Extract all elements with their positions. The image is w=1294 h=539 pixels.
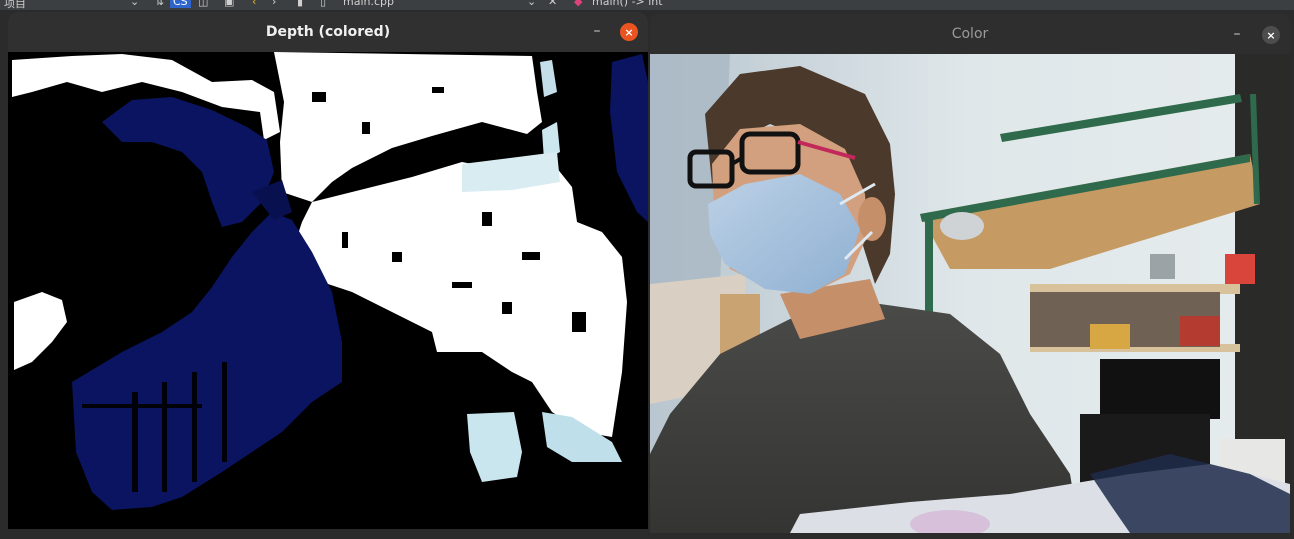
minimize-icon[interactable]: – [1230,27,1244,41]
split-icon[interactable]: ◫ [198,0,208,8]
lock-icon: ▮ [297,0,304,8]
color-window-title: Color [951,26,989,42]
file-tab[interactable]: main.cpp [343,0,394,8]
color-window[interactable]: Color – × [650,14,1290,533]
chevron-down-icon[interactable]: ⌄ [527,0,536,8]
close-icon[interactable]: × [620,23,638,41]
back-icon[interactable]: ‹ [252,0,256,8]
file-icon: ▯ [320,0,327,8]
close-icon[interactable]: × [1262,26,1280,44]
color-camera-image [650,54,1290,533]
color-titlebar[interactable]: Color – × [650,14,1290,54]
save-icon[interactable]: ▣ [224,0,234,8]
sort-icon[interactable]: ⇅ [155,0,164,8]
close-tab-icon[interactable]: ✕ [548,0,557,8]
cs-badge[interactable]: CS [170,0,191,8]
function-icon: ◆ [574,0,583,8]
minimize-icon[interactable]: – [590,24,604,38]
depth-window[interactable]: Depth (colored) – × [8,12,648,529]
depth-window-title: Depth (colored) [265,24,391,40]
chevron-down-icon[interactable]: ⌄ [130,0,139,8]
function-breadcrumb[interactable]: main() -> int [592,0,663,8]
ide-toolbar: 项目 ⌄ ⇅ CS ◫ ▣ ‹ › ▮ ▯ main.cpp ⌄ ✕ ◆ mai… [0,0,1294,10]
depth-titlebar[interactable]: Depth (colored) – × [8,12,648,52]
forward-icon[interactable]: › [272,0,276,8]
project-dropdown-label[interactable]: 项目 [4,0,26,10]
depth-image [12,52,648,529]
